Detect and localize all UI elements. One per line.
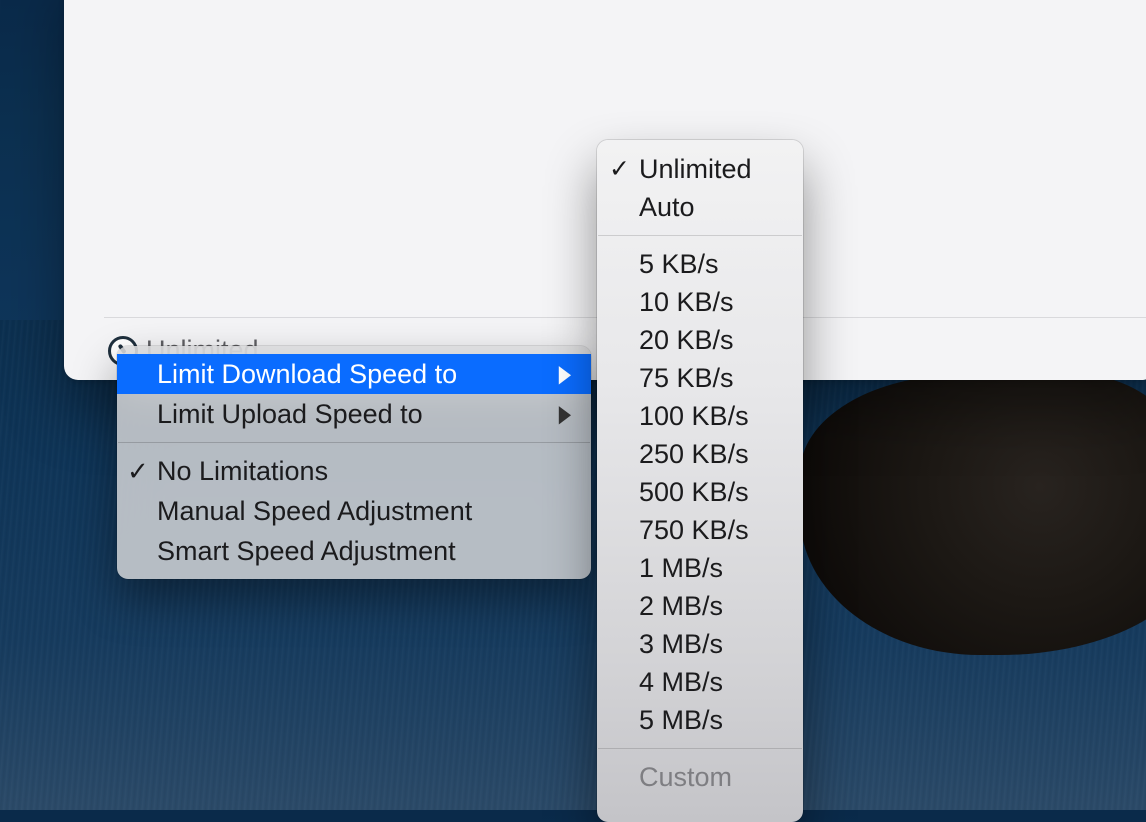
- submenu-item-speed[interactable]: 5 KB/s: [597, 245, 803, 283]
- submenu-item-label: 3 MB/s: [639, 629, 723, 660]
- submenu-item-custom[interactable]: Custom: [597, 758, 803, 796]
- checkmark-icon: ✓: [127, 456, 149, 487]
- submenu-item-speed[interactable]: 10 KB/s: [597, 283, 803, 321]
- submenu-item-label: 1 MB/s: [639, 553, 723, 584]
- checkmark-icon: ✓: [609, 154, 630, 184]
- submenu-item-label: 5 MB/s: [639, 705, 723, 736]
- submenu-item-label: Custom: [639, 762, 732, 793]
- submenu-item-speed[interactable]: 1 MB/s: [597, 549, 803, 587]
- submenu-separator: [598, 748, 802, 749]
- submenu-item-label: 2 MB/s: [639, 591, 723, 622]
- submenu-item-unlimited[interactable]: ✓ Unlimited: [597, 150, 803, 188]
- submenu-item-speed[interactable]: 100 KB/s: [597, 397, 803, 435]
- submenu-item-label: Unlimited: [639, 154, 752, 185]
- menu-item-no-limitations[interactable]: ✓ No Limitations: [117, 451, 591, 491]
- submenu-item-speed[interactable]: 3 MB/s: [597, 625, 803, 663]
- menu-item-label: Manual Speed Adjustment: [157, 496, 472, 527]
- speed-limit-menu: Limit Download Speed to ▶ Limit Upload S…: [117, 346, 591, 579]
- submenu-item-speed[interactable]: 4 MB/s: [597, 663, 803, 701]
- submenu-item-label: 5 KB/s: [639, 249, 719, 280]
- submenu-separator: [598, 235, 802, 236]
- submenu-item-label: 750 KB/s: [639, 515, 749, 546]
- submenu-item-label: 100 KB/s: [639, 401, 749, 432]
- submenu-item-label: 250 KB/s: [639, 439, 749, 470]
- menu-item-label: No Limitations: [157, 456, 328, 487]
- menu-item-smart-adjustment[interactable]: Smart Speed Adjustment: [117, 531, 591, 571]
- submenu-item-label: Auto: [639, 192, 695, 223]
- menu-item-label: Limit Download Speed to: [157, 359, 457, 390]
- submenu-item-label: 75 KB/s: [639, 363, 734, 394]
- menu-item-limit-upload[interactable]: Limit Upload Speed to ▶: [117, 394, 591, 434]
- submenu-item-speed[interactable]: 20 KB/s: [597, 321, 803, 359]
- submenu-arrow-icon: ▶: [559, 359, 571, 389]
- menu-item-manual-adjustment[interactable]: Manual Speed Adjustment: [117, 491, 591, 531]
- submenu-item-speed[interactable]: 750 KB/s: [597, 511, 803, 549]
- menu-item-label: Smart Speed Adjustment: [157, 536, 456, 567]
- submenu-item-label: 10 KB/s: [639, 287, 734, 318]
- submenu-item-speed[interactable]: 5 MB/s: [597, 701, 803, 739]
- menu-separator: [118, 442, 590, 443]
- submenu-arrow-icon: ▶: [559, 399, 571, 429]
- submenu-item-label: 500 KB/s: [639, 477, 749, 508]
- download-speed-submenu: ✓ Unlimited Auto 5 KB/s 10 KB/s 20 KB/s …: [597, 140, 803, 822]
- submenu-item-label: 4 MB/s: [639, 667, 723, 698]
- menu-item-limit-download[interactable]: Limit Download Speed to ▶: [117, 354, 591, 394]
- submenu-item-speed[interactable]: 500 KB/s: [597, 473, 803, 511]
- desktop-background-rocks: [800, 375, 1146, 655]
- menu-item-label: Limit Upload Speed to: [157, 399, 423, 430]
- submenu-item-speed[interactable]: 250 KB/s: [597, 435, 803, 473]
- submenu-item-speed[interactable]: 2 MB/s: [597, 587, 803, 625]
- submenu-item-label: 20 KB/s: [639, 325, 734, 356]
- submenu-item-speed[interactable]: 75 KB/s: [597, 359, 803, 397]
- submenu-item-auto[interactable]: Auto: [597, 188, 803, 226]
